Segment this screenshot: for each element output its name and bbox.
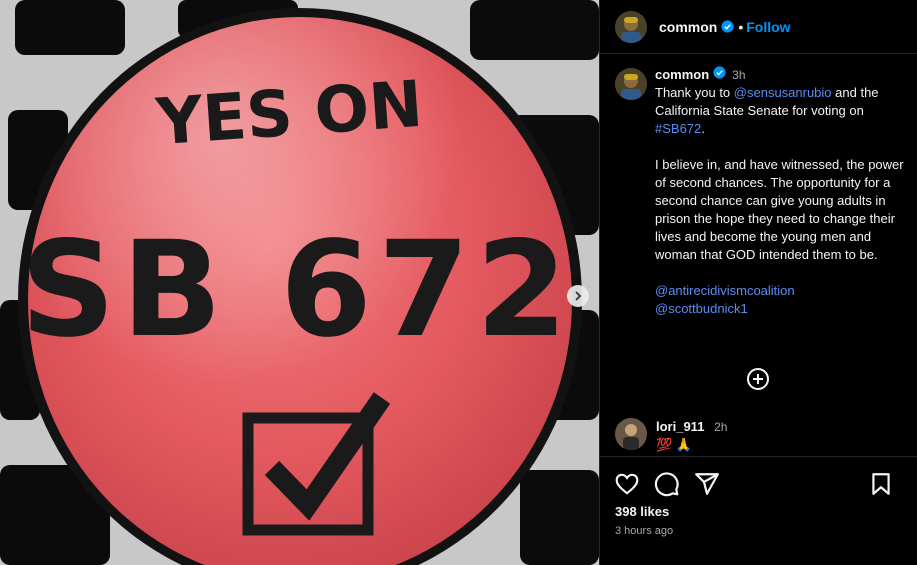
comment-item: lori_911 2h 💯 🙏 (615, 418, 727, 453)
header-username[interactable]: common (659, 19, 717, 35)
caption-username[interactable]: common (655, 66, 709, 84)
post-header: common • Follow (600, 0, 917, 54)
caption-paragraph-1: Thank you to @sensusanrubio and the Cali… (655, 84, 910, 138)
mention-link[interactable]: @antirecidivismcoalition (655, 282, 910, 300)
comment-time: 2h (714, 420, 728, 434)
mention-link[interactable]: @sensusanrubio (734, 85, 832, 100)
follow-button[interactable]: Follow (746, 19, 790, 35)
heart-icon (615, 473, 639, 495)
post-side-panel: common • Follow common 3h Thank you to @… (599, 0, 917, 565)
post-actions: 398 likes 3 hours ago (600, 456, 917, 565)
button-main-text: SB 672 (20, 213, 573, 367)
separator-dot: • (738, 18, 744, 35)
avatar[interactable] (615, 10, 647, 43)
hashtag-link[interactable]: #SB672 (655, 121, 701, 136)
post-timestamp[interactable]: 3 hours ago (615, 525, 673, 537)
like-button[interactable] (614, 471, 640, 497)
avatar[interactable] (615, 418, 647, 450)
save-button[interactable] (868, 471, 894, 497)
avatar[interactable] (615, 68, 647, 100)
likes-count[interactable]: 398 likes (615, 504, 669, 519)
bookmark-icon (872, 473, 890, 495)
chevron-right-icon (575, 291, 582, 301)
plus-circle-icon (747, 368, 769, 390)
comment-username[interactable]: lori_911 (656, 419, 704, 434)
caption: common 3h Thank you to @sensusanrubio an… (615, 66, 910, 318)
caption-text: Thank you to (655, 85, 734, 100)
verified-badge-icon (713, 66, 726, 79)
comment-text: 💯 🙏 (656, 437, 692, 452)
caption-paragraph-2: I believe in, and have witnessed, the po… (655, 157, 904, 262)
campaign-button-photo: YES ON SB 672 (0, 0, 599, 565)
comment-bubble-icon (654, 472, 679, 497)
caption-text: . (701, 121, 705, 136)
next-image-button[interactable] (567, 285, 589, 307)
comment-button[interactable] (654, 471, 680, 497)
caption-mentions: @antirecidivismcoalition @scottbudnick1 (655, 282, 910, 318)
share-button[interactable] (694, 471, 720, 497)
load-more-comments-button[interactable] (746, 367, 770, 391)
post-media[interactable]: YES ON SB 672 (0, 0, 599, 565)
verified-badge-icon (721, 20, 734, 33)
caption-time: 3h (732, 68, 746, 82)
mention-link[interactable]: @scottbudnick1 (655, 300, 910, 318)
paper-plane-icon (695, 473, 719, 495)
